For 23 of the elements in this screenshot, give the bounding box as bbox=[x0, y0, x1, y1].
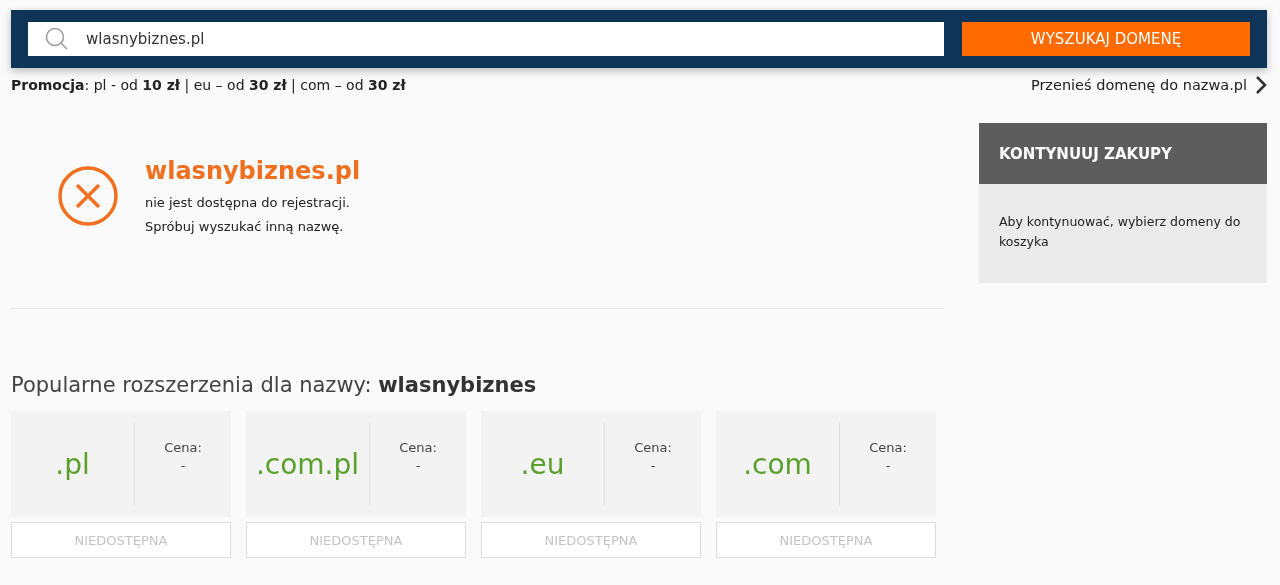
cart-title: KONTYNUUJ ZAKUPY bbox=[979, 123, 1267, 184]
result-message: Spróbuj wyszukać inną nazwę. bbox=[145, 218, 345, 236]
result-message: nie jest dostępna do rejestracji. bbox=[145, 194, 351, 212]
price-value: - bbox=[649, 457, 657, 475]
search-field[interactable]: wlasnybiznes.pl bbox=[28, 22, 944, 56]
extension-name: .com bbox=[742, 447, 813, 481]
cart-message: Aby kontynuować, wybierz domeny do koszyka bbox=[998, 213, 1242, 251]
price-label: Cena: bbox=[163, 439, 203, 457]
price-value: - bbox=[414, 457, 422, 475]
price-label: Cena: bbox=[633, 439, 673, 457]
domain-name: wlasnybiznes.pl bbox=[145, 157, 361, 185]
price-value: - bbox=[884, 457, 892, 475]
promo-text: Promocja: pl - od 10 zł | eu – od 30 zł | com – od 30 zł bbox=[11, 77, 406, 93]
extension-name: .pl bbox=[54, 447, 91, 481]
extension-name: .eu bbox=[519, 447, 566, 481]
price-value: - bbox=[179, 457, 187, 475]
transfer-link[interactable]: Przenieś domenę do nazwa.pl bbox=[1030, 76, 1267, 94]
chevron-right-icon bbox=[1255, 76, 1267, 94]
search-button[interactable]: WYSZUKAJ DOMENĘ bbox=[962, 22, 1250, 56]
price-label: Cena: bbox=[398, 439, 438, 457]
price-label: Cena: bbox=[868, 439, 908, 457]
extension-name: .com.pl bbox=[254, 447, 361, 481]
section-heading: Popularne rozszerzenia dla nazwy: wlasnybiznes bbox=[11, 373, 538, 397]
